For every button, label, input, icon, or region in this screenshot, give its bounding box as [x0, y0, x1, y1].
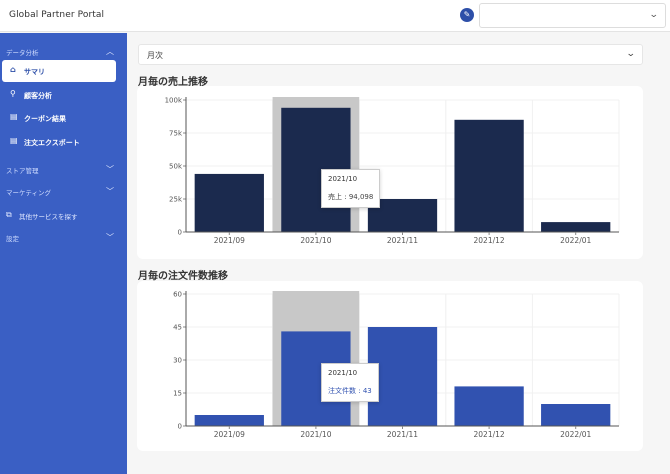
chevron-down-icon: ⌄	[626, 49, 637, 59]
bar-2022-01	[541, 404, 611, 426]
sidebar-item-label: 顧客分析	[24, 92, 52, 100]
sidebar-item-label: 注文エクスポート	[24, 139, 80, 147]
bar-2021-12	[454, 119, 524, 232]
bar-2022-01	[541, 222, 611, 232]
chevron-down-icon: ﹀	[106, 233, 114, 242]
x-tick-label: 2021/10	[300, 236, 331, 245]
sidebar-group-store[interactable]: ストア管理 ﹀	[0, 159, 127, 179]
y-tick-label: 60	[173, 291, 182, 299]
sidebar-item-summary[interactable]: ⌂ サマリ	[2, 60, 116, 82]
orders-tooltip: 2021/10 注文件数 : 43	[321, 363, 379, 402]
tooltip-title: 2021/10	[328, 175, 358, 183]
x-tick-label: 2021/12	[474, 236, 505, 245]
y-tick-label: 75k	[169, 130, 183, 138]
x-tick-label: 2021/09	[214, 430, 245, 439]
sidebar-item-coupon-results[interactable]: ▤ クーポン結果	[2, 107, 116, 129]
y-tick-label: 50k	[169, 163, 183, 171]
sidebar-group-settings[interactable]: 設定 ﹀	[0, 227, 127, 247]
bar-2021-09	[194, 173, 264, 232]
top-bar: Global Partner Portal ✎ ⌄	[0, 0, 670, 32]
y-tick-label: 100k	[165, 97, 183, 105]
y-tick-label: 45	[173, 324, 182, 332]
tooltip-title: 2021/10	[328, 369, 358, 377]
x-tick-label: 2021/11	[387, 430, 418, 439]
y-tick-label: 30	[173, 357, 182, 365]
orders-chart: 0 15 30 45 60 2021/09 2021/10 2021/11 2021/12 202…	[173, 291, 620, 439]
tooltip-value: 43	[362, 387, 372, 395]
x-tick-label: 2021/12	[474, 430, 505, 439]
orders-chart-panel: 0 15 30 45 60 2021/09 2021/10 2021/11 2021/12 202…	[137, 281, 643, 451]
sidebar-group-label: データ分析	[6, 49, 39, 57]
y-tick-label: 25k	[169, 196, 183, 204]
sidebar-item-customer-analysis[interactable]: ⚲ 顧客分析	[2, 84, 116, 106]
sidebar-item-label: サマリ	[24, 68, 45, 76]
sales-chart-panel: 0 25k 50k 75k 100k 2021/09 2021/10 2021/11 2021/…	[137, 86, 643, 259]
sidebar-link-other-services[interactable]: ⧉ 其他サービスを探す	[0, 205, 127, 225]
sidebar-item-label: クーポン結果	[24, 115, 66, 123]
sidebar-group-label: マーケティング	[6, 189, 51, 197]
sidebar: データ分析 ︿ ⌂ サマリ ⚲ 顧客分析 ▤ クーポン結果 ▤ 注文エクスポート…	[0, 33, 127, 474]
tooltip-value: 94,098	[348, 193, 374, 201]
sidebar-group-analytics[interactable]: データ分析 ︿	[0, 41, 127, 61]
sidebar-link-label: 其他サービスを探す	[19, 213, 78, 221]
x-tick-label: 2021/11	[387, 236, 418, 245]
y-tick-label: 15	[173, 390, 182, 398]
y-tick-label: 0	[178, 423, 182, 431]
edit-icon[interactable]: ✎	[460, 8, 474, 22]
sidebar-item-order-export[interactable]: ▤ 注文エクスポート	[2, 131, 116, 153]
sales-tooltip: 2021/10 売上 : 94,098	[321, 169, 381, 208]
x-tick-label: 2021/09	[214, 236, 245, 245]
chevron-down-icon: ﹀	[106, 187, 114, 196]
x-tick-label: 2021/10	[300, 430, 331, 439]
y-tick-label: 0	[178, 229, 182, 237]
chevron-down-icon: ﹀	[106, 165, 114, 174]
sidebar-group-marketing[interactable]: マーケティング ﹀	[0, 181, 127, 201]
x-tick-label: 2022/01	[560, 430, 591, 439]
tooltip-series-label: 売上	[328, 193, 342, 201]
app-title: Global Partner Portal	[9, 10, 105, 20]
period-select[interactable]: 月次 ⌄	[138, 44, 643, 65]
external-link-icon: ⧉	[6, 210, 12, 219]
document-icon: ▤	[10, 112, 18, 121]
chevron-up-icon: ︿	[106, 47, 114, 56]
document-icon: ▤	[10, 136, 18, 145]
sidebar-group-label: ストア管理	[6, 167, 39, 175]
bar-2021-12	[454, 386, 524, 426]
sidebar-group-label: 設定	[6, 235, 19, 243]
home-icon: ⌂	[10, 65, 16, 74]
chevron-down-icon: ⌄	[649, 10, 660, 20]
account-select[interactable]: ⌄	[479, 3, 666, 28]
user-icon: ⚲	[10, 89, 16, 98]
sales-chart: 0 25k 50k 75k 100k 2021/09 2021/10 2021/11 2021/…	[165, 97, 620, 245]
bar-2021-09	[194, 415, 264, 426]
tooltip-series-label: 注文件数	[328, 387, 356, 395]
period-select-value: 月次	[147, 51, 163, 60]
x-tick-label: 2022/01	[560, 236, 591, 245]
orders-chart-title: 月毎の注文件数推移	[138, 271, 228, 282]
